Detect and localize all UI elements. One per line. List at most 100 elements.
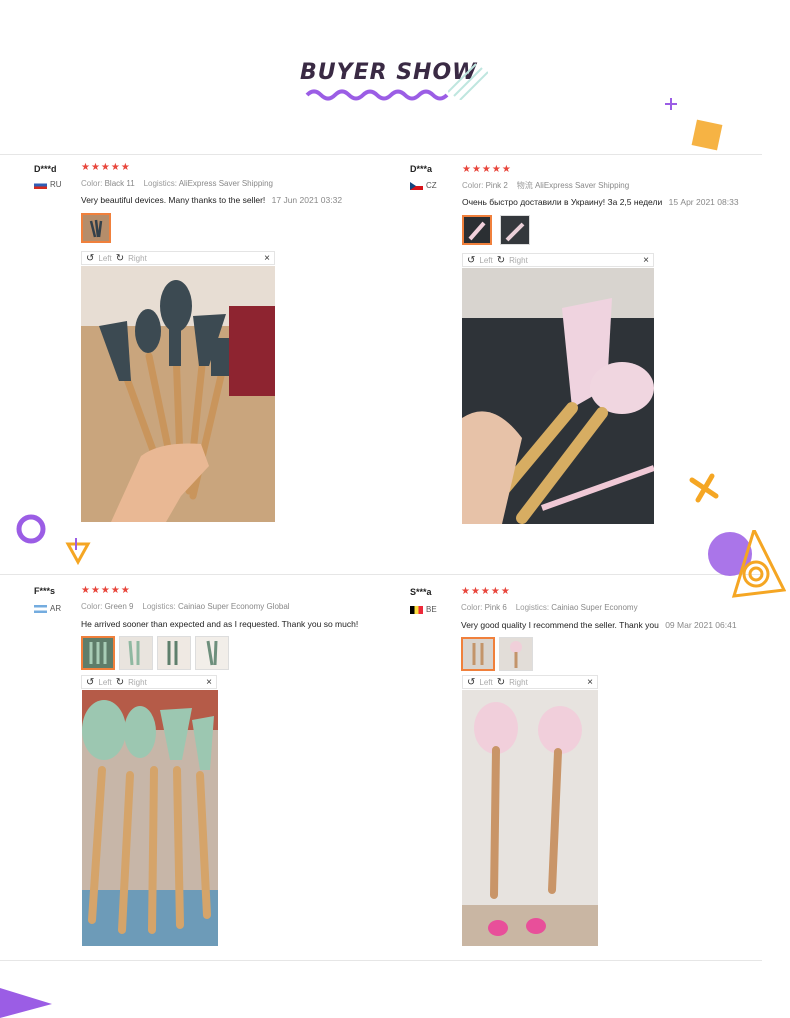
comment-text: Очень быстро доставили в Украину! За 2,5… [462, 197, 663, 207]
photo-thumbnail[interactable] [461, 637, 495, 671]
color-label: Color: [81, 602, 103, 611]
rotate-left-icon[interactable]: ↺ [86, 677, 94, 688]
review-photo[interactable] [81, 266, 275, 522]
review-photo[interactable] [462, 268, 654, 524]
logistics-value: Cainiao Super Economy Global [177, 602, 290, 611]
review-comment: Very beautiful devices. Many thanks to t… [81, 195, 342, 205]
photo-thumbnail[interactable] [195, 636, 229, 670]
photo-thumbnail[interactable] [81, 636, 115, 670]
order-meta: Color: Pink 6 Logistics: Cainiao Super E… [461, 603, 638, 612]
rotate-left-label[interactable]: Left [479, 256, 492, 265]
review-card: S***a BE ★★★★★ Color: Pink 6 Logistics: … [380, 576, 790, 960]
color-value: Black 11 [104, 179, 135, 188]
photo-thumbnail[interactable] [500, 215, 530, 245]
logistics-value: AliExpress Saver Shipping [534, 181, 630, 190]
reviewer-country: BE [410, 605, 437, 614]
rotate-right-label[interactable]: Right [128, 254, 147, 263]
purple-triangle-decoration [0, 984, 56, 1018]
review-comment: Very good quality I recommend the seller… [461, 620, 737, 630]
comment-text: Very beautiful devices. Many thanks to t… [81, 195, 266, 205]
close-icon[interactable]: × [264, 253, 270, 264]
star-rating: ★★★★★ [462, 164, 512, 175]
image-viewer-toolbar: ↺ Left ↻ Right × [462, 675, 598, 689]
review-photo[interactable] [82, 690, 218, 946]
photo-thumbnail[interactable] [157, 636, 191, 670]
flag-icon [410, 181, 423, 190]
divider [0, 960, 762, 961]
flag-icon [410, 605, 423, 614]
image-viewer-toolbar: ↺ Left ↻ Right × [462, 253, 654, 267]
logistics-label: 物流 [516, 181, 533, 190]
reviewer-country: RU [34, 180, 62, 189]
country-code: RU [50, 180, 62, 189]
review-photo[interactable] [462, 690, 598, 946]
flag-icon [34, 180, 47, 189]
review-comment: Очень быстро доставили в Украину! За 2,5… [462, 197, 739, 207]
review-date: 09 Mar 2021 06:41 [665, 620, 737, 630]
reviewer-name: D***a [410, 164, 433, 174]
flag-icon [34, 604, 47, 613]
order-meta: Color: Green 9 Logistics: Cainiao Super … [81, 602, 290, 611]
rotate-right-label[interactable]: Right [128, 678, 147, 687]
review-comment: He arrived sooner than expected and as I… [81, 619, 358, 629]
reviewer-name: F***s [34, 586, 56, 596]
comment-text: He arrived sooner than expected and as I… [81, 619, 359, 629]
rotate-right-icon[interactable]: ↻ [116, 253, 124, 264]
review-date: 17 Jun 2021 03:32 [271, 195, 343, 205]
logistics-value: AliExpress Saver Shipping [178, 179, 273, 188]
logistics-label: Logistics: [142, 602, 176, 611]
comment-text: Very good quality I recommend the seller… [461, 620, 659, 630]
wave-underline-decoration [305, 88, 455, 102]
review-date: 15 Apr 2021 08:33 [668, 197, 739, 207]
star-rating: ★★★★★ [81, 162, 131, 173]
close-icon[interactable]: × [206, 677, 212, 688]
reviewer-country: CZ [410, 181, 437, 190]
color-label: Color: [462, 181, 484, 190]
review-card: F***s AR ★★★★★ Color: Green 9 Logistics:… [0, 576, 380, 960]
color-value: Pink 6 [484, 603, 507, 612]
rotate-right-label[interactable]: Right [509, 678, 528, 687]
rotate-right-label[interactable]: Right [509, 256, 528, 265]
rotate-right-icon[interactable]: ↻ [116, 677, 124, 688]
reviewer-name: S***a [410, 587, 432, 597]
logistics-label: Logistics: [515, 603, 550, 612]
rotate-left-label[interactable]: Left [98, 254, 111, 263]
star-rating: ★★★★★ [461, 586, 511, 597]
rotate-right-icon[interactable]: ↻ [497, 255, 505, 266]
logistics-value: Cainiao Super Economy [551, 603, 638, 612]
rotate-left-icon[interactable]: ↺ [467, 677, 475, 688]
photo-thumbnail[interactable] [499, 637, 533, 671]
rotate-left-label[interactable]: Left [479, 678, 492, 687]
logistics-label: Logistics: [143, 179, 177, 188]
review-card: D***a CZ ★★★★★ Color: Pink 2 物流 AliExpre… [380, 156, 790, 574]
close-icon[interactable]: × [587, 677, 593, 688]
star-rating: ★★★★★ [81, 585, 131, 596]
stripe-decoration [448, 62, 488, 100]
photo-thumbnail[interactable] [119, 636, 153, 670]
color-value: Pink 2 [485, 181, 508, 190]
color-value: Green 9 [104, 602, 134, 611]
photo-thumbnail[interactable] [81, 213, 111, 243]
color-label: Color: [461, 603, 483, 612]
divider [0, 574, 762, 575]
image-viewer-toolbar: ↺ Left ↻ Right × [81, 251, 275, 265]
photo-thumbnail[interactable] [462, 215, 492, 245]
divider [0, 154, 762, 155]
country-code: AR [50, 604, 62, 613]
rotate-left-label[interactable]: Left [98, 678, 111, 687]
country-code: BE [426, 605, 437, 614]
rotate-left-icon[interactable]: ↺ [467, 255, 475, 266]
orange-square-decoration [688, 116, 726, 154]
image-viewer-toolbar: ↺ Left ↻ Right × [81, 675, 217, 689]
plus-decoration [664, 97, 678, 111]
reviewer-name: D***d [34, 164, 57, 174]
rotate-left-icon[interactable]: ↺ [86, 253, 94, 264]
order-meta: Color: Pink 2 物流 AliExpress Saver Shippi… [462, 180, 629, 191]
review-card: D***d RU ★★★★★ Color: Black 11 Logistics… [0, 156, 380, 574]
order-meta: Color: Black 11 Logistics: AliExpress Sa… [81, 179, 273, 188]
country-code: CZ [426, 181, 437, 190]
rotate-right-icon[interactable]: ↻ [497, 677, 505, 688]
close-icon[interactable]: × [643, 255, 649, 266]
reviewer-country: AR [34, 604, 61, 613]
color-label: Color: [81, 179, 103, 188]
